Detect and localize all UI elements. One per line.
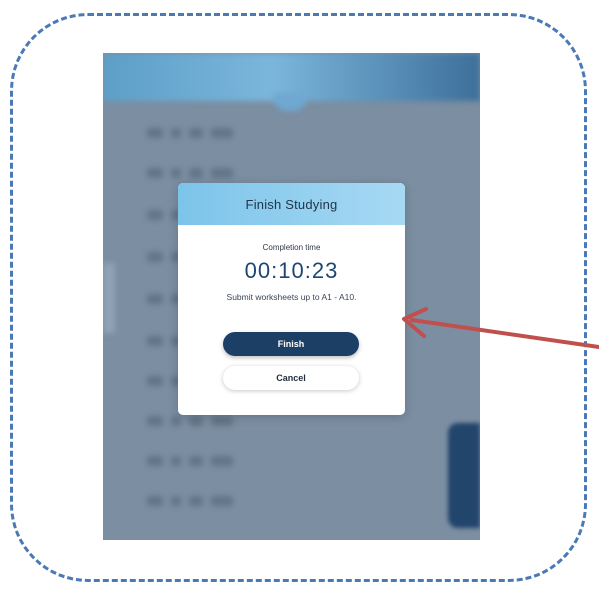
arrow-pointing-left-icon [402, 307, 599, 349]
